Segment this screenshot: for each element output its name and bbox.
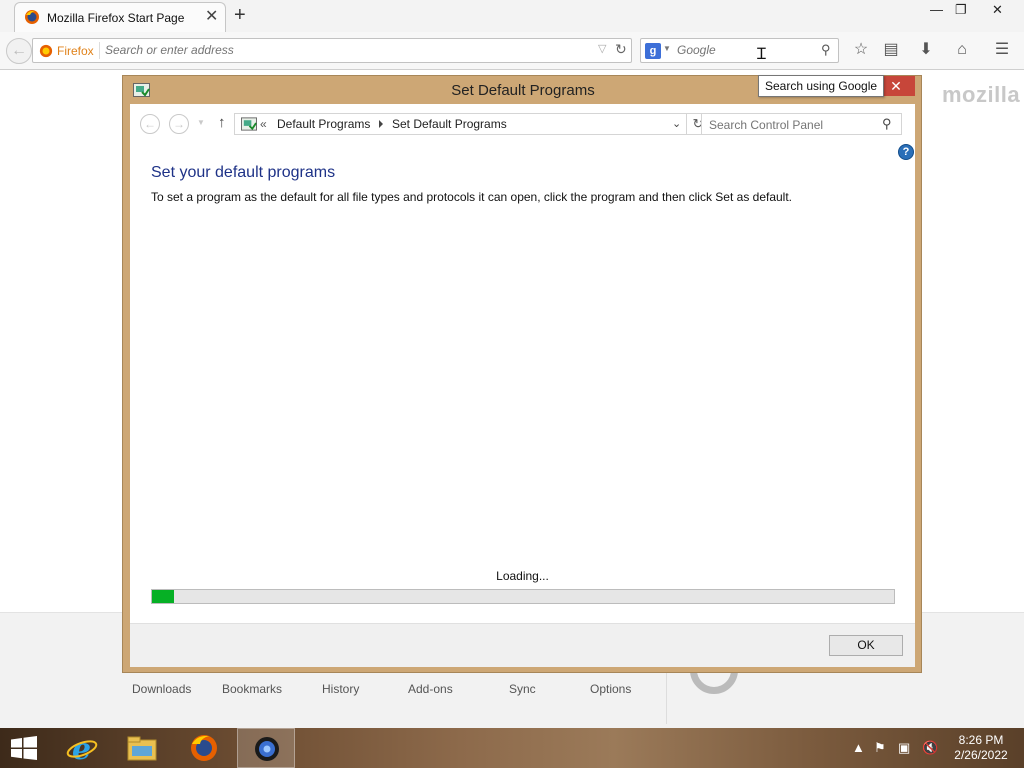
dialog-footer: OK: [130, 623, 915, 667]
new-tab-button[interactable]: +: [234, 3, 246, 27]
firefox-identity-icon: [39, 44, 53, 58]
restore-session-icon[interactable]: [690, 670, 738, 694]
tab-close-icon[interactable]: ✕: [205, 7, 218, 27]
address-breadcrumb[interactable]: « Default Programs Set Default Programs …: [234, 113, 687, 135]
launcher-divider: [666, 672, 667, 724]
page-title: Set your default programs: [151, 164, 336, 181]
launcher-bookmarks[interactable]: Bookmarks: [222, 682, 282, 696]
launcher-sync[interactable]: Sync: [509, 682, 536, 696]
back-icon[interactable]: ←: [6, 38, 32, 64]
internet-explorer-taskbar-button[interactable]: e: [53, 728, 111, 768]
loading-progress-bar: [151, 589, 895, 604]
reload-icon[interactable]: ↻: [615, 41, 627, 58]
download-icon[interactable]: ⬇: [916, 40, 936, 60]
control-panel-small-icon: [241, 117, 257, 131]
dialog-body: ← → ▼ ↑ « Default Programs Set Default P…: [130, 104, 915, 667]
firefox-taskbar-button[interactable]: [175, 728, 233, 768]
launcher-history[interactable]: History: [322, 682, 359, 696]
mozilla-logo: mozilla: [942, 82, 1021, 107]
up-arrow-icon[interactable]: ↑: [218, 114, 226, 131]
reading-list-icon[interactable]: ▤: [881, 40, 901, 60]
identity-label: Firefox: [57, 44, 94, 58]
taskbar: e ▲ ⚑ ▣ 🔇 8:26 PM 2/26/2022: [0, 728, 1024, 768]
control-panel-search-input[interactable]: [709, 118, 869, 132]
search-bar[interactable]: g ▼ ⚲: [640, 38, 839, 63]
search-icon[interactable]: ⚲: [882, 116, 892, 132]
tab-mozilla-firefox-start-page[interactable]: Mozilla Firefox Start Page ✕: [14, 2, 226, 32]
url-bar[interactable]: Firefox ▽ ↻: [32, 38, 632, 63]
site-identity[interactable]: Firefox: [39, 42, 94, 60]
url-divider: [99, 42, 100, 59]
ok-button[interactable]: OK: [829, 635, 903, 656]
help-icon[interactable]: ?: [898, 144, 914, 160]
file-explorer-taskbar-button[interactable]: [113, 728, 171, 768]
control-panel-search[interactable]: ⚲: [701, 113, 902, 135]
firefox-favicon-icon: [25, 10, 39, 24]
home-icon[interactable]: ⌂: [952, 40, 972, 60]
firefox-icon: [191, 735, 217, 761]
google-engine-icon[interactable]: g: [645, 43, 661, 59]
network-icon[interactable]: ▣: [898, 740, 910, 756]
bookmark-star-icon[interactable]: ☆: [851, 40, 871, 60]
control-panel-navbar: ← → ▼ ↑ « Default Programs Set Default P…: [130, 104, 915, 144]
restore-button[interactable]: ❐: [955, 2, 967, 18]
text-cursor-icon: Ɪ: [757, 46, 766, 63]
close-window-button[interactable]: ✕: [992, 2, 1003, 18]
tab-title: Mozilla Firefox Start Page: [47, 11, 185, 25]
address-input[interactable]: [105, 43, 585, 57]
windows-start-icon[interactable]: [10, 736, 38, 760]
breadcrumb-overflow[interactable]: «: [260, 117, 267, 131]
breadcrumb-default-programs[interactable]: Default Programs: [277, 117, 370, 131]
folder-icon: [127, 736, 157, 761]
clock-time: 8:26 PM: [958, 733, 1004, 747]
page-description: To set a program as the default for all …: [151, 190, 793, 204]
breadcrumb-arrow-icon[interactable]: [379, 120, 383, 128]
forward-arrow-icon[interactable]: →: [169, 114, 189, 134]
menu-icon[interactable]: ☰: [992, 40, 1012, 60]
svg-text:e: e: [72, 733, 91, 763]
recent-locations-icon[interactable]: ▼: [197, 118, 205, 127]
launcher-downloads[interactable]: Downloads: [132, 682, 191, 696]
minimize-button[interactable]: —: [930, 2, 943, 18]
control-panel-taskbar-icon: [255, 737, 279, 761]
launcher-options[interactable]: Options: [590, 682, 631, 696]
action-center-flag-icon[interactable]: ⚑: [874, 740, 886, 756]
internet-explorer-icon: e: [66, 733, 98, 763]
launcher-add-ons[interactable]: Add-ons: [408, 682, 453, 696]
volume-muted-icon[interactable]: 🔇: [922, 740, 938, 756]
clock-date: 2/26/2022: [954, 748, 1008, 762]
search-tooltip: Search using Google: [758, 75, 885, 97]
engine-dropdown-icon[interactable]: ▼: [663, 44, 671, 53]
search-input[interactable]: [677, 43, 817, 57]
history-dropdown-icon[interactable]: ▽: [598, 42, 606, 55]
progress-fill: [152, 590, 175, 603]
address-dropdown-icon[interactable]: ⌄: [672, 117, 681, 130]
browser-titlebar: Mozilla Firefox Start Page ✕ + — ❐ ✕: [0, 0, 1024, 32]
control-panel-taskbar-button[interactable]: [237, 728, 295, 768]
breadcrumb-set-default-programs[interactable]: Set Default Programs: [392, 117, 507, 131]
loading-label: Loading...: [496, 569, 549, 583]
clock[interactable]: 8:26 PM 2/26/2022: [950, 733, 1012, 763]
set-default-programs-dialog: Set Default Programs ✕ ← → ▼ ↑ « Default…: [122, 75, 922, 673]
back-arrow-icon[interactable]: ←: [140, 114, 160, 134]
show-hidden-icons-icon[interactable]: ▲: [852, 740, 865, 756]
search-go-icon[interactable]: ⚲: [821, 42, 831, 58]
